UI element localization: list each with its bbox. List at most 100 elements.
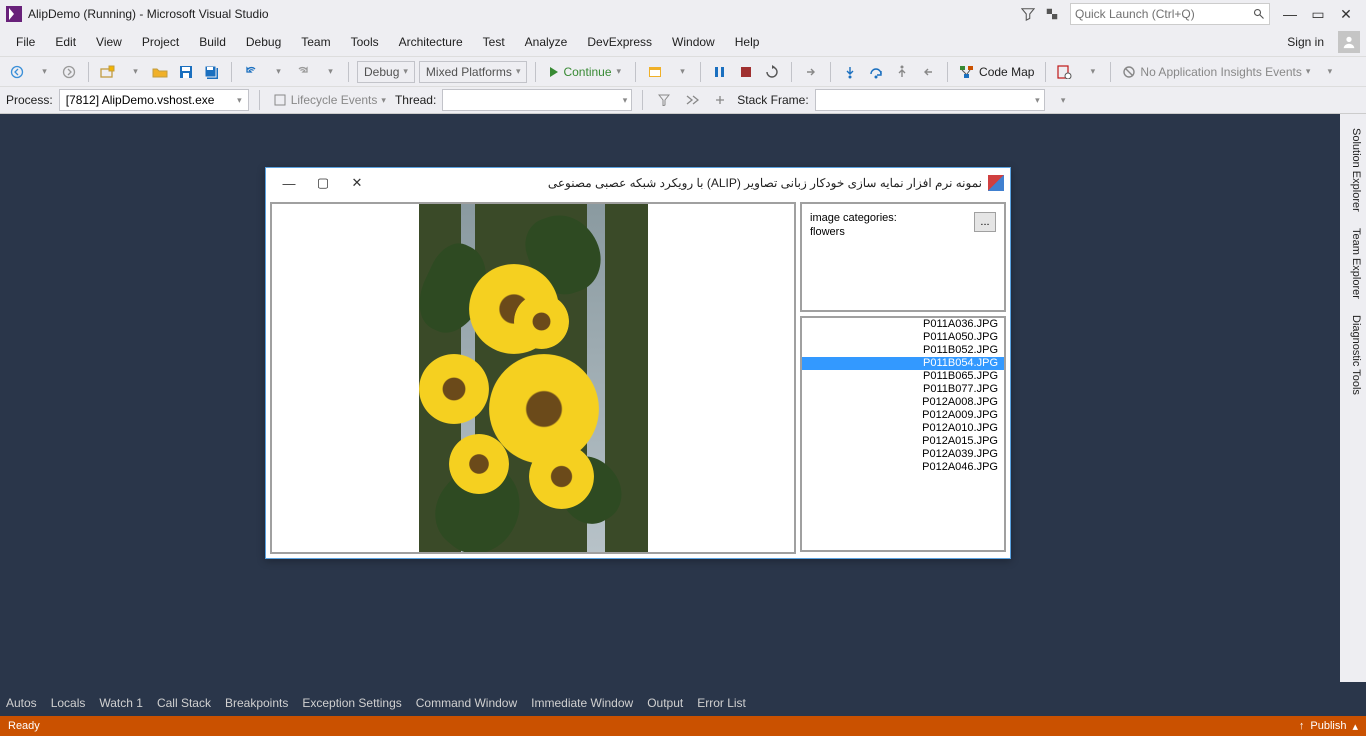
solution-config-dropdown[interactable]: Debug▾ <box>357 61 415 83</box>
publish-upload-icon[interactable]: ↑ <box>1299 720 1305 732</box>
app-maximize-button[interactable]: ▢ <box>306 171 340 195</box>
show-next-statement-button[interactable] <box>800 61 822 83</box>
menubar: File Edit View Project Build Debug Team … <box>0 28 1366 56</box>
tab-output[interactable]: Output <box>647 696 683 710</box>
save-all-button[interactable] <box>201 61 223 83</box>
editor-area: نمونه نرم افزار نمایه سازی خودکار زبانی … <box>0 114 1340 682</box>
redo-dropdown[interactable] <box>318 61 340 83</box>
file-list-item[interactable]: P012A015.JPG <box>802 435 1004 448</box>
menu-test[interactable]: Test <box>473 31 515 53</box>
file-list-item[interactable]: P012A039.JPG <box>802 448 1004 461</box>
toggle-threads-button[interactable] <box>681 89 703 111</box>
menu-devexpress[interactable]: DevExpress <box>577 31 662 53</box>
file-list-item[interactable]: P012A046.JPG <box>802 461 1004 474</box>
file-list-item[interactable]: P011B054.JPG <box>802 357 1004 370</box>
step-out-button[interactable] <box>891 61 913 83</box>
file-list-item[interactable]: P012A009.JPG <box>802 409 1004 422</box>
step-over-button[interactable] <box>865 61 887 83</box>
open-file-button[interactable] <box>149 61 171 83</box>
continue-button[interactable]: Continue ▾ <box>544 61 627 83</box>
debug-toolbar-overflow[interactable] <box>1051 89 1073 111</box>
lifecycle-events-button[interactable]: Lifecycle Events ▾ <box>270 89 389 111</box>
publish-chevron-icon[interactable]: ▴ <box>1352 720 1358 733</box>
redo-button[interactable] <box>292 61 314 83</box>
maximize-button[interactable]: ▭ <box>1304 3 1332 25</box>
toolbar-overflow[interactable] <box>1317 61 1339 83</box>
find-in-files-button[interactable] <box>1054 61 1076 83</box>
close-button[interactable]: ✕ <box>1332 3 1360 25</box>
stop-button[interactable] <box>735 61 757 83</box>
browse-button[interactable]: ... <box>974 212 996 232</box>
filter-icon[interactable] <box>1016 3 1040 25</box>
file-list-item[interactable]: P012A008.JPG <box>802 396 1004 409</box>
tab-team-explorer[interactable]: Team Explorer <box>1340 220 1366 307</box>
undo-dropdown[interactable] <box>266 61 288 83</box>
undo-button[interactable] <box>240 61 262 83</box>
app-close-button[interactable]: ✕ <box>340 171 374 195</box>
sign-in-link[interactable]: Sign in <box>1287 35 1334 49</box>
app-minimize-button[interactable]: — <box>272 171 306 195</box>
search-icon <box>1253 8 1265 20</box>
tab-solution-explorer[interactable]: Solution Explorer <box>1340 120 1366 220</box>
nav-back-dropdown[interactable] <box>32 61 54 83</box>
file-list-item[interactable]: P011A050.JPG <box>802 331 1004 344</box>
file-list-item[interactable]: P012A010.JPG <box>802 422 1004 435</box>
stackframe-dropdown[interactable]: ▾ <box>815 89 1045 111</box>
tab-watch1[interactable]: Watch 1 <box>99 696 143 710</box>
tab-diagnostic-tools[interactable]: Diagnostic Tools <box>1340 307 1366 403</box>
codemap-button[interactable]: Code Map <box>956 61 1037 83</box>
pause-button[interactable] <box>709 61 731 83</box>
menu-window[interactable]: Window <box>662 31 725 53</box>
file-list-item[interactable]: P011B052.JPG <box>802 344 1004 357</box>
tab-error-list[interactable]: Error List <box>697 696 746 710</box>
menu-project[interactable]: Project <box>132 31 189 53</box>
flagged-threads-button[interactable] <box>709 89 731 111</box>
save-button[interactable] <box>175 61 197 83</box>
quick-launch-input[interactable]: Quick Launch (Ctrl+Q) <box>1070 3 1270 25</box>
tab-exception-settings[interactable]: Exception Settings <box>302 696 401 710</box>
step-into-button[interactable] <box>839 61 861 83</box>
menu-tools[interactable]: Tools <box>341 31 389 53</box>
notifications-icon[interactable] <box>1040 3 1064 25</box>
thread-dropdown[interactable]: ▾ <box>442 89 632 111</box>
app-title: نمونه نرم افزار نمایه سازی خودکار زبانی … <box>374 176 982 190</box>
tab-immediate-window[interactable]: Immediate Window <box>531 696 633 710</box>
nav-back-button[interactable] <box>6 61 28 83</box>
nav-forward-button[interactable] <box>58 61 80 83</box>
file-list-item[interactable]: P011B065.JPG <box>802 370 1004 383</box>
solution-platform-dropdown[interactable]: Mixed Platforms▾ <box>419 61 528 83</box>
tab-callstack[interactable]: Call Stack <box>157 696 211 710</box>
tab-command-window[interactable]: Command Window <box>416 696 517 710</box>
menu-edit[interactable]: Edit <box>45 31 86 53</box>
avatar-icon[interactable] <box>1338 31 1360 53</box>
tab-locals[interactable]: Locals <box>51 696 86 710</box>
new-project-button[interactable] <box>97 61 119 83</box>
tab-autos[interactable]: Autos <box>6 696 37 710</box>
process-dropdown[interactable]: [7812] AlipDemo.vshost.exe ▾ <box>59 89 249 111</box>
process-value: [7812] AlipDemo.vshost.exe <box>66 93 215 107</box>
menu-file[interactable]: File <box>6 31 45 53</box>
browser-link-dropdown[interactable] <box>670 61 692 83</box>
tab-breakpoints[interactable]: Breakpoints <box>225 696 288 710</box>
filter-threads-button[interactable] <box>653 89 675 111</box>
menu-help[interactable]: Help <box>725 31 770 53</box>
minimize-button[interactable]: — <box>1276 3 1304 25</box>
menu-analyze[interactable]: Analyze <box>515 31 578 53</box>
menu-view[interactable]: View <box>86 31 132 53</box>
file-list[interactable]: P011A036.JPGP011A050.JPGP011B052.JPGP011… <box>802 318 1004 474</box>
running-app-window: نمونه نرم افزار نمایه سازی خودکار زبانی … <box>265 167 1011 559</box>
restart-button[interactable] <box>761 61 783 83</box>
menu-team[interactable]: Team <box>291 31 340 53</box>
new-project-dropdown[interactable] <box>123 61 145 83</box>
step-backward-button[interactable] <box>917 61 939 83</box>
process-label: Process: <box>6 93 53 107</box>
menu-build[interactable]: Build <box>189 31 236 53</box>
menu-debug[interactable]: Debug <box>236 31 291 53</box>
menu-architecture[interactable]: Architecture <box>389 31 473 53</box>
file-list-item[interactable]: P011B077.JPG <box>802 383 1004 396</box>
find-dropdown[interactable] <box>1080 61 1102 83</box>
insights-button[interactable]: No Application Insights Events ▾ <box>1119 61 1313 83</box>
file-list-item[interactable]: P011A036.JPG <box>802 318 1004 331</box>
publish-button[interactable]: Publish <box>1310 720 1346 732</box>
browser-link-button[interactable] <box>644 61 666 83</box>
